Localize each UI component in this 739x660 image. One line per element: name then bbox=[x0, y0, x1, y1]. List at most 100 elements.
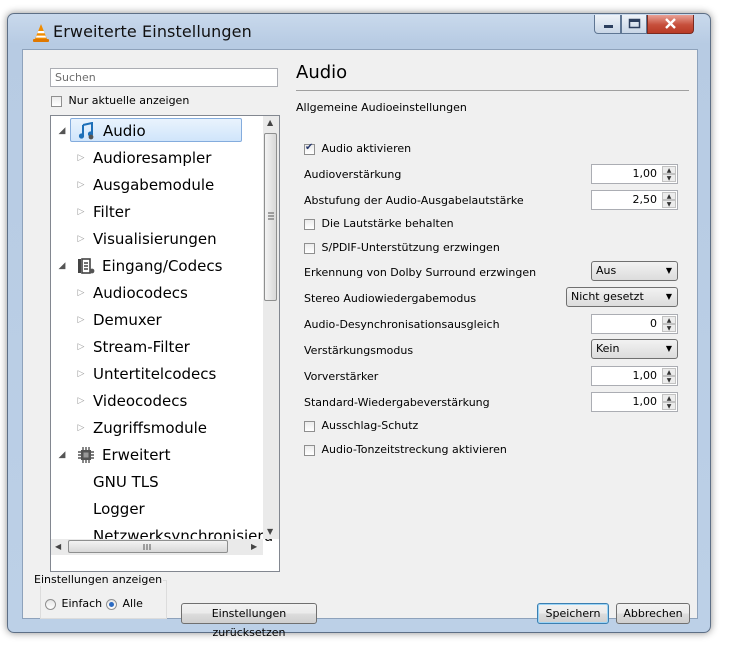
all-radio[interactable] bbox=[106, 598, 117, 610]
spin-down-icon[interactable]: ▼ bbox=[662, 200, 676, 208]
tree-item-label: Stream-Filter bbox=[93, 338, 190, 356]
chevron-down-icon: ▼ bbox=[665, 266, 672, 275]
save-button[interactable]: Speichern bbox=[537, 603, 609, 624]
tree-vertical-scrollbar[interactable]: ▲ ▼ bbox=[263, 116, 279, 539]
expand-arrow-icon[interactable]: ▷ bbox=[76, 172, 86, 198]
spin-down-icon[interactable]: ▼ bbox=[662, 376, 676, 384]
scroll-left-arrow-icon[interactable]: ◀ bbox=[55, 542, 61, 551]
preamp-spinbox[interactable]: 1,00 ▲ ▼ bbox=[591, 366, 678, 386]
grip-icon bbox=[143, 544, 151, 550]
collapse-arrow-icon[interactable]: ◢ bbox=[57, 118, 67, 144]
reset-button[interactable]: Einstellungen zurücksetzen bbox=[181, 603, 317, 639]
desync-spinbox[interactable]: 0 ▲ ▼ bbox=[591, 314, 678, 334]
close-button[interactable] bbox=[647, 15, 694, 34]
stereo-mode-select[interactable]: Nicht gesetzt ▼ bbox=[566, 287, 678, 307]
input-codecs-icon bbox=[77, 257, 95, 275]
maximize-button[interactable] bbox=[621, 15, 647, 34]
gain-spinbox[interactable]: 1,00 ▲ ▼ bbox=[591, 164, 678, 184]
gain-mode-select[interactable]: Kein ▼ bbox=[591, 339, 678, 359]
only-current-option[interactable]: Nur aktuelle anzeigen bbox=[51, 94, 189, 107]
dolby-select[interactable]: Aus ▼ bbox=[591, 261, 678, 281]
volume-step-spinbox[interactable]: 2,50 ▲ ▼ bbox=[591, 190, 678, 210]
tree-item[interactable]: ▷ Audioresampler bbox=[51, 145, 263, 171]
expand-arrow-icon[interactable]: ▷ bbox=[76, 388, 86, 414]
preferences-window: Erweiterte Einstellungen Suchen Nur aktu… bbox=[7, 13, 711, 639]
simple-radio-option[interactable]: Einfach bbox=[45, 597, 102, 610]
tree-item[interactable]: Logger bbox=[51, 496, 263, 522]
dolby-label: Erkennung von Dolby Surround erzwingen bbox=[304, 266, 537, 279]
timestretch-option[interactable]: Audio-Tonzeitstreckung aktivieren bbox=[304, 443, 507, 456]
spin-up-icon[interactable]: ▲ bbox=[662, 368, 676, 376]
expand-arrow-icon[interactable]: ▷ bbox=[76, 361, 86, 387]
gain-mode-label: Verstärkungsmodus bbox=[304, 344, 414, 357]
spin-down-icon[interactable]: ▼ bbox=[662, 174, 676, 182]
settings-tree[interactable]: ◢ Audio ▷ Audioresampler ▷ Ausgabemodule ▷ Filt… bbox=[50, 115, 280, 572]
tree-item[interactable]: ◢ Eingang/Codecs bbox=[51, 253, 263, 279]
spdif-option[interactable]: S/PDIF-Unterstützung erzwingen bbox=[304, 241, 500, 254]
tree-item[interactable]: ▷ Visualisierungen bbox=[51, 226, 263, 252]
dialog-client-area: Suchen Nur aktuelle anzeigen ◢ Audio ▷ Audi… bbox=[22, 49, 698, 639]
default-gain-spinbox[interactable]: 1,00 ▲ ▼ bbox=[591, 392, 678, 412]
tree-item[interactable]: ▷ Filter bbox=[51, 199, 263, 225]
expand-arrow-icon[interactable]: ▷ bbox=[76, 307, 86, 333]
expand-arrow-icon[interactable]: ▷ bbox=[76, 415, 86, 441]
expand-arrow-icon[interactable]: ▷ bbox=[76, 334, 86, 360]
audio-enable-checkbox[interactable] bbox=[304, 142, 315, 155]
tree-item[interactable]: ▷ Untertitelcodecs bbox=[51, 361, 263, 387]
tree-item[interactable]: ◢ Erweitert bbox=[51, 442, 263, 468]
tree-item[interactable]: ◢ Audio bbox=[51, 118, 263, 144]
expand-arrow-icon[interactable]: ▷ bbox=[76, 145, 86, 171]
spin-down-icon[interactable]: ▼ bbox=[662, 324, 676, 332]
gain-label: Audioverstärkung bbox=[304, 168, 402, 181]
spdif-checkbox[interactable] bbox=[304, 242, 315, 254]
keep-volume-option[interactable]: Die Lautstärke behalten bbox=[304, 217, 454, 230]
simple-radio[interactable] bbox=[45, 598, 56, 610]
spin-up-icon[interactable]: ▲ bbox=[662, 166, 676, 174]
default-gain-value: 1,00 bbox=[632, 395, 658, 408]
simple-label: Einfach bbox=[61, 597, 103, 610]
tree-item-label: Audio bbox=[70, 118, 242, 142]
tree-item[interactable]: GNU TLS bbox=[51, 469, 263, 495]
tree-item[interactable]: ▷ Audiocodecs bbox=[51, 280, 263, 306]
dolby-value: Aus bbox=[596, 264, 617, 277]
collapse-arrow-icon[interactable]: ◢ bbox=[57, 442, 67, 468]
minimize-button[interactable] bbox=[594, 15, 621, 34]
all-radio-option[interactable]: Alle bbox=[106, 597, 143, 610]
horizontal-scroll-thumb[interactable] bbox=[68, 540, 228, 553]
collapse-arrow-icon[interactable]: ◢ bbox=[57, 253, 67, 279]
timestretch-checkbox[interactable] bbox=[304, 444, 315, 456]
tree-horizontal-scrollbar[interactable]: ◀ ▶ bbox=[51, 539, 263, 555]
only-current-checkbox[interactable] bbox=[51, 95, 62, 107]
default-gain-label: Standard-Wiedergabeverstärkung bbox=[304, 396, 490, 409]
audio-enable-option[interactable]: Audio aktivieren bbox=[304, 142, 411, 155]
gear-chip-icon bbox=[77, 446, 95, 464]
tree-item[interactable]: ▷ Videocodecs bbox=[51, 388, 263, 414]
keep-volume-checkbox[interactable] bbox=[304, 218, 315, 230]
spike-option[interactable]: Ausschlag-Schutz bbox=[304, 419, 418, 432]
scroll-up-arrow-icon[interactable]: ▲ bbox=[267, 118, 273, 127]
tree-item-label: Filter bbox=[93, 203, 131, 221]
tree-item[interactable]: ▷ Stream-Filter bbox=[51, 334, 263, 360]
spin-up-icon[interactable]: ▲ bbox=[662, 394, 676, 402]
title-bar[interactable]: Erweiterte Einstellungen bbox=[8, 14, 710, 52]
scroll-right-arrow-icon[interactable]: ▶ bbox=[251, 542, 257, 551]
cancel-button[interactable]: Abbrechen bbox=[616, 603, 690, 624]
spin-up-icon[interactable]: ▲ bbox=[662, 316, 676, 324]
search-input[interactable]: Suchen bbox=[50, 68, 278, 87]
title-divider bbox=[296, 90, 689, 91]
tree-item[interactable]: ▷ Zugriffsmodule bbox=[51, 415, 263, 441]
stereo-mode-label: Stereo Audiowiedergabemodus bbox=[304, 292, 477, 305]
spin-up-icon[interactable]: ▲ bbox=[662, 192, 676, 200]
audio-note-icon bbox=[77, 121, 95, 140]
vertical-scroll-thumb[interactable] bbox=[264, 133, 277, 301]
desync-label: Audio-Desynchronisationsausgleich bbox=[304, 318, 500, 331]
scroll-down-arrow-icon[interactable]: ▼ bbox=[267, 527, 273, 536]
expand-arrow-icon[interactable]: ▷ bbox=[76, 199, 86, 225]
tree-item[interactable]: ▷ Ausgabemodule bbox=[51, 172, 263, 198]
expand-arrow-icon[interactable]: ▷ bbox=[76, 280, 86, 306]
tree-item[interactable]: ▷ Demuxer bbox=[51, 307, 263, 333]
spin-down-icon[interactable]: ▼ bbox=[662, 402, 676, 410]
spike-checkbox[interactable] bbox=[304, 420, 315, 432]
expand-arrow-icon[interactable]: ▷ bbox=[76, 226, 86, 252]
spike-label: Ausschlag-Schutz bbox=[321, 419, 419, 432]
